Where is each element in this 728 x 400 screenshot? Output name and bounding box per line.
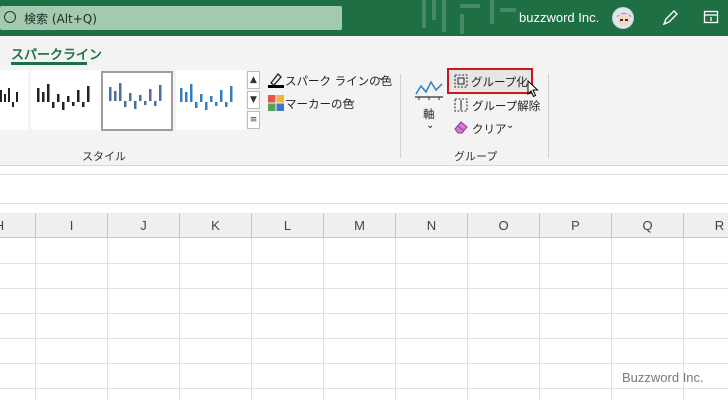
group-button-label: グループ化 [471, 75, 528, 89]
sparkline-black-icon [0, 88, 18, 107]
column-header-h[interactable]: H [0, 213, 36, 238]
ribbon-display-icon[interactable] [703, 9, 719, 25]
column-header-o[interactable]: O [468, 213, 540, 238]
grid-row-line [0, 313, 728, 314]
chevron-down-icon: ⌄ [377, 72, 386, 83]
column-header-m[interactable]: M [324, 213, 396, 238]
grid-col-line [539, 238, 540, 400]
grid-col-line [107, 238, 108, 400]
chevron-down-icon: ⌄ [426, 120, 435, 131]
column-header-j[interactable]: J [108, 213, 180, 238]
eraser-icon [454, 121, 468, 134]
avatar[interactable] [612, 7, 634, 29]
sparkline-black-icon [37, 84, 90, 110]
style-group-label: スタイル [82, 150, 126, 163]
style-gallery-item-blue[interactable] [176, 70, 246, 130]
grid-col-line [179, 238, 180, 400]
column-header-row: H I J K L M N O P Q R [0, 213, 728, 238]
grid-row-line [0, 388, 728, 389]
ribbon: ▲ ▼ ≡ スパーク ラインの色 ⌄ マーカーの色 ⌄ スタイル 軸 ⌄ グルー… [0, 68, 728, 166]
chevron-down-icon: ⌄ [506, 120, 515, 131]
ungroup-button[interactable]: グループ解除 [472, 98, 540, 114]
column-header-r[interactable]: R [684, 213, 728, 238]
column-header-p[interactable]: P [540, 213, 612, 238]
style-gallery-item-black[interactable] [0, 70, 28, 130]
gallery-scroll-up-button[interactable]: ▲ [247, 71, 260, 89]
grid-row-line [0, 338, 728, 339]
grid-col-line [323, 238, 324, 400]
title-bar-decoration [422, 0, 516, 34]
column-header-k[interactable]: K [180, 213, 252, 238]
ungroup-icon [454, 98, 468, 112]
sparkline-blue-icon [180, 84, 233, 110]
sparkline-blue-dark-icon [109, 83, 162, 109]
grid-col-line [611, 238, 612, 400]
tab-sparkline[interactable]: スパークライン [11, 44, 102, 63]
mouse-cursor-icon [527, 80, 539, 98]
group-separator [548, 74, 549, 158]
grid-col-line [35, 238, 36, 400]
style-gallery-item-black-2[interactable] [31, 70, 101, 130]
grid-col-line [395, 238, 396, 400]
column-header-q[interactable]: Q [612, 213, 684, 238]
formula-bar[interactable] [0, 174, 728, 204]
column-header-l[interactable]: L [252, 213, 324, 238]
column-header-n[interactable]: N [396, 213, 468, 238]
search-placeholder: 検索 (Alt+Q) [24, 12, 97, 26]
ribbon-tabs: スパークライン [0, 36, 728, 68]
grid-col-line [467, 238, 468, 400]
axis-chart-icon [415, 80, 443, 100]
group-icon [454, 74, 468, 88]
marker-color-button[interactable]: マーカーの色 [285, 96, 354, 112]
column-header-i[interactable]: I [36, 213, 108, 238]
chevron-down-icon: ⌄ [348, 95, 357, 106]
gallery-more-button[interactable]: ≡ [247, 111, 260, 129]
group-button[interactable]: グループ化 [447, 68, 533, 94]
marker-color-icon [268, 95, 284, 111]
account-name: buzzword Inc. [519, 10, 600, 25]
clear-button[interactable]: クリア [472, 121, 507, 137]
grid-col-line [251, 238, 252, 400]
grid-row-line [0, 263, 728, 264]
group-separator [400, 74, 401, 158]
gallery-scroll-down-button[interactable]: ▼ [247, 91, 260, 109]
sparkline-color-icon [268, 73, 284, 88]
excel-window: 検索 (Alt+Q) buzzword Inc. スパークライン ▲ ▼ ≡ ス… [0, 0, 728, 400]
grid-row-line [0, 363, 728, 364]
search-icon [4, 11, 16, 23]
avatar-face-icon [617, 13, 631, 26]
cell-grid[interactable] [0, 238, 728, 400]
group-group-label: グループ [454, 150, 498, 163]
tab-underline [11, 62, 87, 65]
title-bar: 検索 (Alt+Q) buzzword Inc. [0, 0, 728, 36]
search-box[interactable]: 検索 (Alt+Q) [0, 6, 342, 30]
watermark: Buzzword Inc. [622, 370, 704, 385]
grid-row-line [0, 288, 728, 289]
pen-icon[interactable] [660, 8, 680, 28]
style-gallery-item-selected[interactable] [101, 71, 173, 131]
